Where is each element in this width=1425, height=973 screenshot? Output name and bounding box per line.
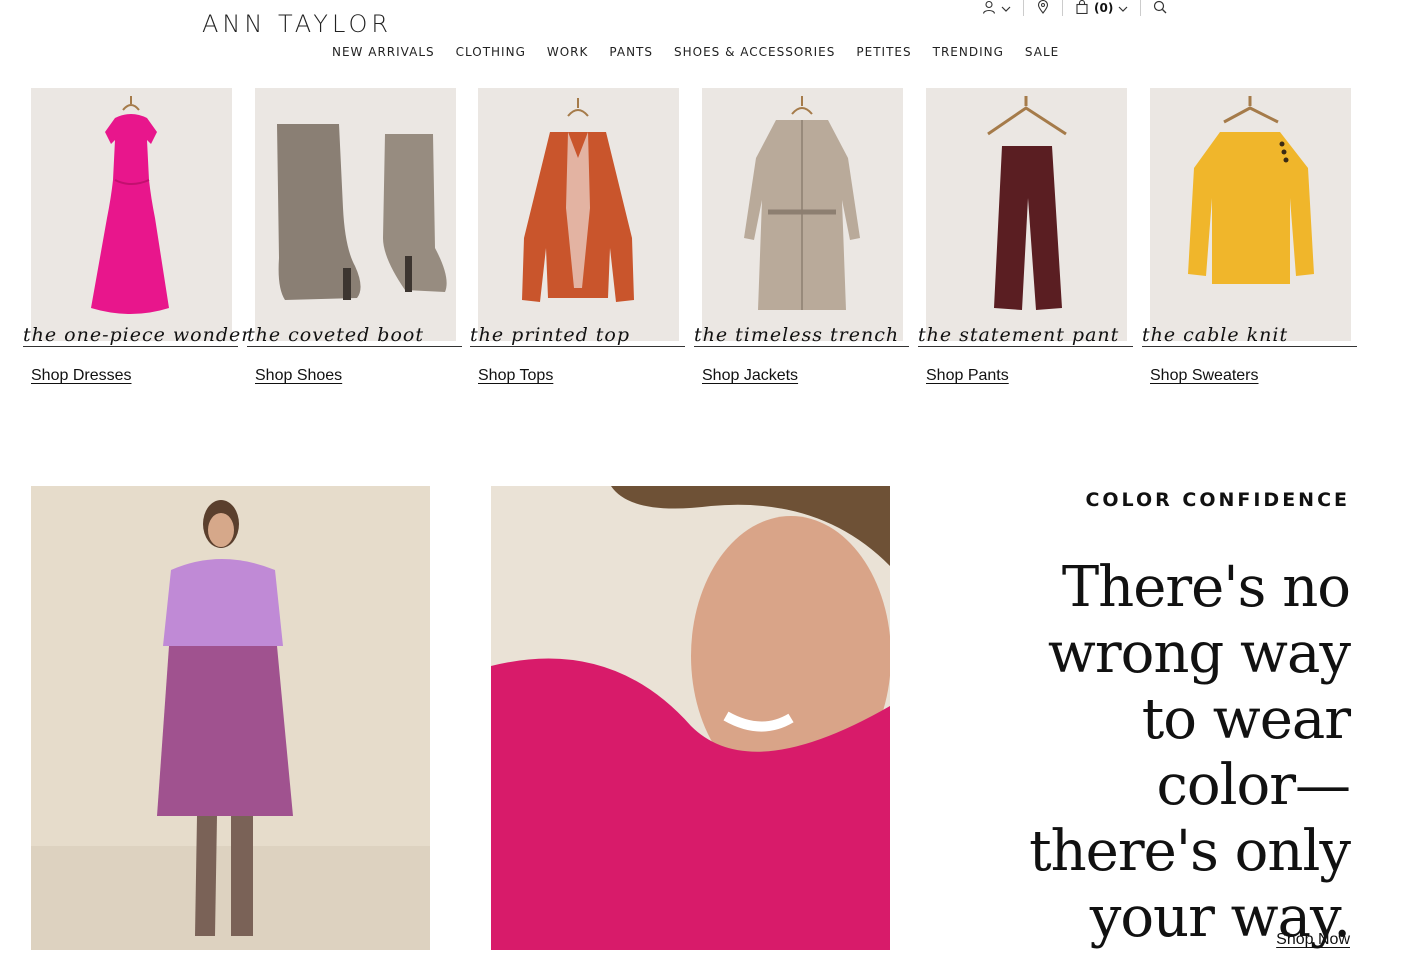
cart-count: (0) <box>1094 1 1114 15</box>
top-image[interactable] <box>478 88 679 341</box>
category-card-tops: the printed top Shop Tops <box>470 88 685 385</box>
script-underline <box>470 346 685 347</box>
shop-sweaters-link[interactable]: Shop Sweaters <box>1150 367 1351 385</box>
script-underline <box>918 346 1133 347</box>
account-menu[interactable] <box>970 0 1024 16</box>
shopping-bag-icon <box>1075 0 1089 18</box>
nav-new-arrivals[interactable]: NEW ARRIVALS <box>332 45 435 59</box>
category-card-shoes: the coveted boot Shop Shoes <box>247 88 462 385</box>
nav-pants[interactable]: PANTS <box>609 45 653 59</box>
promo-headline: There's no wrong way to wear color—there… <box>1029 555 1351 950</box>
nav-work[interactable]: WORK <box>547 45 589 59</box>
category-script-title: the cable knit <box>1142 324 1289 346</box>
hero-image-lilac-outfit[interactable] <box>31 486 430 950</box>
script-underline <box>23 346 238 347</box>
category-script-title: the printed top <box>470 324 631 346</box>
nav-trending[interactable]: TRENDING <box>933 45 1004 59</box>
shopping-bag-button[interactable]: (0) <box>1063 0 1142 18</box>
trench-image[interactable] <box>702 88 903 341</box>
location-pin-icon <box>1036 0 1050 18</box>
pant-image[interactable] <box>926 88 1127 341</box>
category-card-dresses: the one-piece wonder Shop Dresses <box>23 88 250 385</box>
boot-image[interactable] <box>255 88 456 341</box>
promo-eyebrow: COLOR CONFIDENCE <box>1085 489 1350 511</box>
utility-bar: (0) <box>970 0 1179 16</box>
sweater-image[interactable] <box>1150 88 1351 341</box>
search-button[interactable] <box>1141 0 1179 16</box>
category-script-title: the statement pant <box>918 324 1120 346</box>
category-card-jackets: the timeless trench Shop Jackets <box>694 88 909 385</box>
shop-shoes-link[interactable]: Shop Shoes <box>255 367 456 385</box>
category-script-title: the coveted boot <box>247 324 424 346</box>
shop-jackets-link[interactable]: Shop Jackets <box>702 367 903 385</box>
category-script-title: the timeless trench <box>694 324 900 346</box>
search-icon <box>1153 0 1167 18</box>
category-card-pants: the statement pant Shop Pants <box>918 88 1133 385</box>
chevron-down-icon <box>1001 0 1011 18</box>
script-underline <box>1142 346 1357 347</box>
nav-clothing[interactable]: CLOTHING <box>456 45 526 59</box>
category-script-title: the one-piece wonder <box>23 324 252 346</box>
store-locator-button[interactable] <box>1024 0 1063 16</box>
category-row: the one-piece wonder Shop Dresses the co… <box>23 88 1374 385</box>
nav-shoes-accessories[interactable]: SHOES & ACCESSORIES <box>674 45 835 59</box>
nav-petites[interactable]: PETITES <box>856 45 911 59</box>
script-underline <box>247 346 462 347</box>
hero-image-pink-sweater[interactable] <box>491 486 890 950</box>
shop-dresses-link[interactable]: Shop Dresses <box>31 367 232 385</box>
category-card-sweaters: the cable knit Shop Sweaters <box>1142 88 1357 385</box>
dress-image[interactable] <box>31 88 232 341</box>
main-nav: NEW ARRIVALS CLOTHING WORK PANTS SHOES &… <box>332 45 1080 59</box>
script-underline <box>694 346 909 347</box>
nav-sale[interactable]: SALE <box>1025 45 1059 59</box>
brand-logo[interactable]: ANN TAYLOR <box>202 10 392 38</box>
shop-now-link[interactable]: Shop Now <box>1276 931 1350 949</box>
chevron-down-icon <box>1118 0 1128 18</box>
shop-pants-link[interactable]: Shop Pants <box>926 367 1127 385</box>
user-icon <box>982 0 996 18</box>
shop-tops-link[interactable]: Shop Tops <box>478 367 679 385</box>
